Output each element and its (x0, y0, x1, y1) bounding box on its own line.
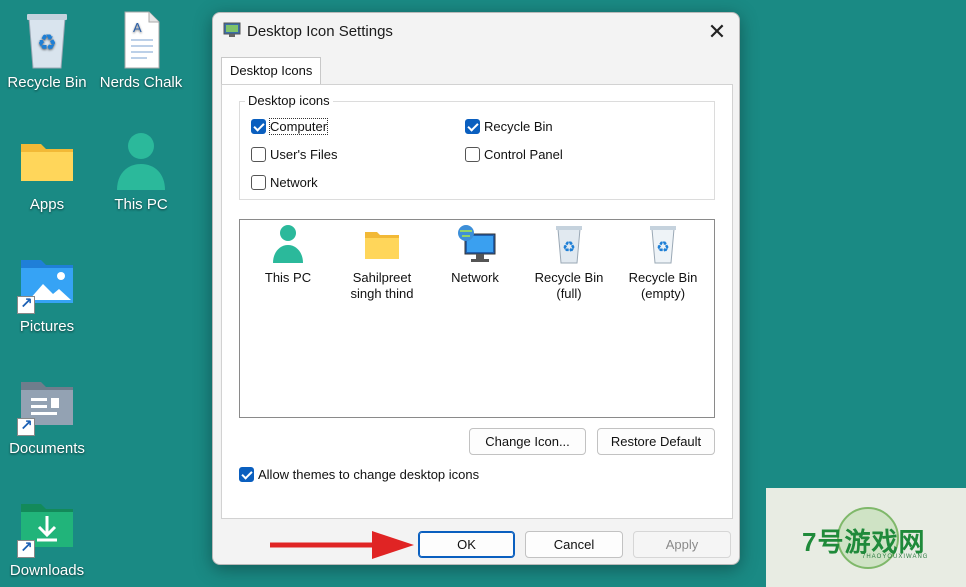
recycle-bin-icon: ♻ (17, 10, 77, 70)
list-item-network[interactable]: Network (430, 224, 520, 286)
list-item-recycle-bin-full[interactable]: ♻ Recycle Bin (full) (524, 224, 614, 302)
shortcut-arrow-icon (17, 416, 35, 436)
dialog-title: Desktop Icon Settings (247, 23, 393, 40)
watermark-subtext: 7HAOYOUXIWANG (862, 554, 929, 560)
desktop-icon-settings-dialog: Desktop Icon Settings ✕ Desktop Icons De… (212, 12, 740, 565)
tab-strip: Desktop Icons (221, 57, 733, 85)
apply-button[interactable]: Apply (633, 531, 731, 558)
desktop-icon-label: Documents (9, 440, 85, 457)
desktop-icon-label: This PC (114, 196, 168, 213)
checkbox-control-panel[interactable]: Control Panel (465, 147, 563, 162)
checkbox-box[interactable] (465, 147, 480, 162)
list-item-this-pc[interactable]: This PC (243, 224, 333, 286)
list-item-label: Sahilpreet (352, 270, 412, 285)
red-arrow-annotation (270, 531, 414, 559)
checkbox-label: Computer (268, 118, 329, 135)
list-item-label: (full) (556, 286, 582, 301)
network-icon (457, 224, 496, 264)
list-item-label: singh thind (350, 286, 414, 301)
list-item-label: (empty) (640, 286, 686, 301)
checkbox-box[interactable] (251, 147, 266, 162)
desktop-icon-documents[interactable]: Documents (2, 376, 92, 458)
recycle-bin-full-icon: ♻ (551, 224, 587, 264)
desktop-icon-downloads[interactable]: Downloads (2, 498, 92, 580)
desktop-icon-this-pc[interactable]: This PC (96, 132, 186, 214)
desktop-icon-label: Apps (29, 196, 65, 213)
checkbox-box[interactable] (239, 467, 254, 482)
desktop-icon-label: Nerds Chalk (99, 74, 183, 91)
ok-button[interactable]: OK (418, 531, 515, 558)
desktop-icon-apps[interactable]: Apps (2, 132, 92, 214)
tab-desktop-icons[interactable]: Desktop Icons (221, 57, 322, 84)
desktop-icon-label: Recycle Bin (7, 74, 87, 91)
user-icon (111, 132, 171, 192)
folder-icon (364, 224, 400, 264)
checkbox-box[interactable] (251, 119, 266, 134)
icon-list[interactable]: This PC Sahilpreet singh thind Network ♻… (239, 219, 715, 418)
desktop-icon-nerds-chalk[interactable]: A Nerds Chalk (96, 10, 186, 92)
close-button[interactable]: ✕ (701, 17, 733, 47)
checkbox-network[interactable]: Network (251, 175, 318, 190)
checkbox-recycle-bin[interactable]: Recycle Bin (465, 119, 553, 134)
desktop-icon-recycle-bin[interactable]: ♻ Recycle Bin (2, 10, 92, 92)
checkbox-label: Control Panel (484, 147, 563, 162)
checkbox-allow-themes[interactable]: Allow themes to change desktop icons (239, 467, 479, 482)
pictures-folder-icon (17, 254, 77, 314)
group-label: Desktop icons (245, 93, 333, 108)
user-icon (270, 224, 306, 264)
cancel-button[interactable]: Cancel (525, 531, 623, 558)
desktop-icon-label: Pictures (19, 318, 75, 335)
svg-text:♻: ♻ (656, 239, 669, 256)
restore-default-button[interactable]: Restore Default (597, 428, 715, 455)
list-item-label: Recycle Bin (628, 270, 698, 285)
checkbox-label: Recycle Bin (484, 119, 553, 134)
checkbox-computer[interactable]: Computer (251, 118, 329, 135)
checkbox-label: User's Files (270, 147, 338, 162)
svg-text:♻: ♻ (37, 30, 57, 55)
recycle-bin-empty-icon: ♻ (645, 224, 681, 264)
text-document-icon: A (111, 10, 171, 70)
checkbox-label: Network (270, 175, 318, 190)
documents-folder-icon (17, 376, 77, 436)
svg-text:A: A (133, 20, 142, 35)
list-item-label: Recycle Bin (534, 270, 604, 285)
shortcut-arrow-icon (17, 294, 35, 314)
shortcut-arrow-icon (17, 538, 35, 558)
checkbox-box[interactable] (465, 119, 480, 134)
desktop-icon-pictures[interactable]: Pictures (2, 254, 92, 336)
svg-text:♻: ♻ (562, 239, 575, 256)
title-bar: Desktop Icon Settings ✕ (213, 13, 739, 51)
desktop-icon-label: Downloads (9, 562, 85, 579)
change-icon-button[interactable]: Change Icon... (469, 428, 586, 455)
checkbox-label: Allow themes to change desktop icons (258, 467, 480, 482)
list-item-user-files[interactable]: Sahilpreet singh thind (337, 224, 427, 302)
desktop-settings-icon (223, 22, 241, 38)
list-item-label: Network (451, 270, 499, 285)
watermark-logo: 7号游戏网 7HAOYOUXIWANG (766, 488, 966, 587)
downloads-folder-icon (17, 498, 77, 558)
checkbox-users-files[interactable]: User's Files (251, 147, 338, 162)
folder-icon (17, 132, 77, 192)
checkbox-box[interactable] (251, 175, 266, 190)
list-item-label: This PC (264, 270, 312, 285)
list-item-recycle-bin-empty[interactable]: ♻ Recycle Bin (empty) (618, 224, 708, 302)
